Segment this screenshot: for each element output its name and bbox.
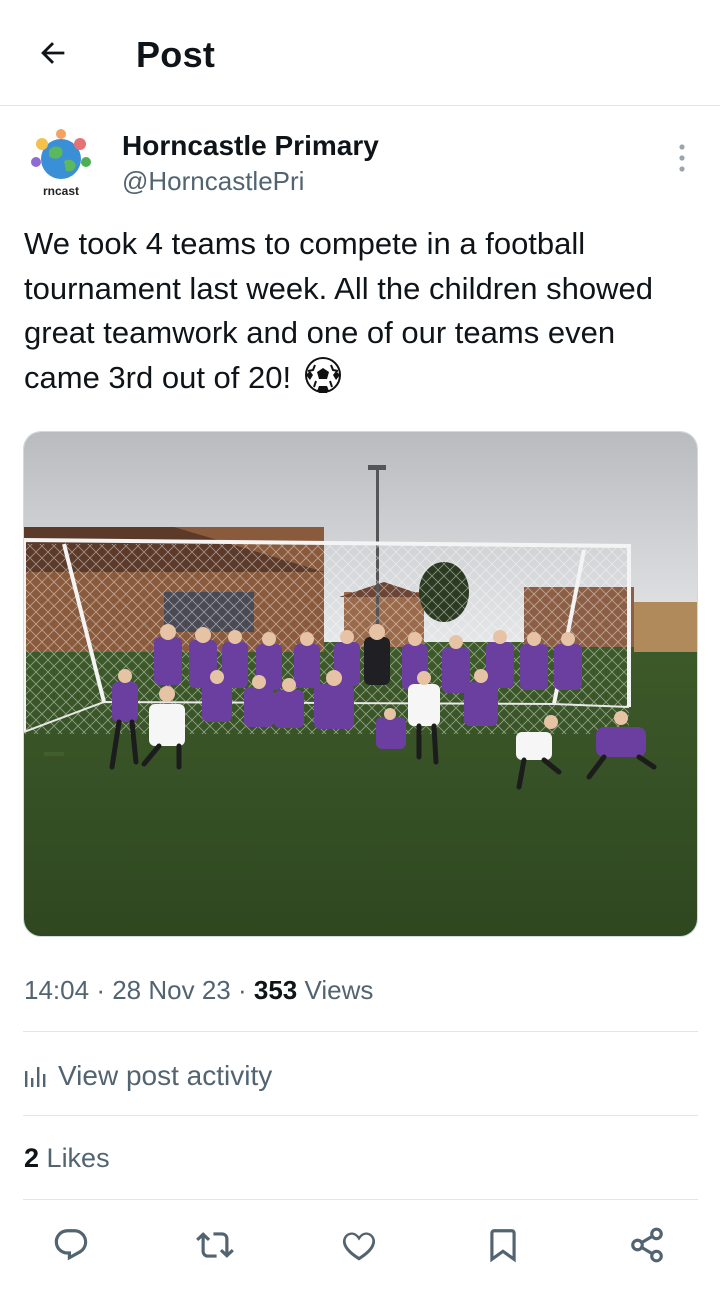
divider	[23, 1031, 698, 1032]
like-button[interactable]	[336, 1222, 382, 1268]
post-meta: 14:04 · 28 Nov 23 · 353 Views	[24, 975, 373, 1006]
post-time: 14:04	[24, 975, 90, 1005]
likes-number: 2	[24, 1143, 40, 1173]
avatar-text: rncast	[43, 184, 79, 198]
back-button[interactable]	[30, 30, 76, 76]
avatar[interactable]: rncast	[22, 126, 100, 204]
soccer-ball-icon	[304, 356, 342, 407]
divider	[23, 1115, 698, 1116]
arrow-left-icon	[41, 42, 65, 64]
more-vertical-icon	[679, 144, 685, 172]
likes-label: Likes	[46, 1143, 110, 1173]
post-photo[interactable]	[23, 431, 698, 937]
view-post-activity[interactable]: View post activity	[24, 1058, 272, 1094]
views-label: Views	[304, 975, 374, 1005]
likes-count[interactable]: 2 Likes	[24, 1143, 110, 1174]
post-text: We took 4 teams to compete in a football…	[24, 222, 694, 406]
repost-icon	[196, 1232, 234, 1258]
page-title: Post	[136, 34, 216, 75]
action-bar	[0, 1222, 720, 1268]
author-handle[interactable]: @HorncastlePri	[122, 166, 304, 197]
heart-icon	[342, 1232, 376, 1261]
meta-separator: ·	[96, 975, 105, 1005]
post-date: 28 Nov 23	[112, 975, 231, 1005]
share-button[interactable]	[624, 1222, 670, 1268]
divider	[23, 1199, 698, 1200]
share-icon	[631, 1227, 663, 1263]
bookmark-button[interactable]	[480, 1222, 526, 1268]
reply-button[interactable]	[48, 1222, 94, 1268]
views-count: 353	[253, 975, 298, 1005]
meta-separator: ·	[237, 975, 247, 1005]
bookmark-icon	[490, 1229, 516, 1263]
author-name[interactable]: Horncastle Primary	[122, 130, 379, 162]
more-options-button[interactable]	[664, 140, 700, 176]
activity-label: View post activity	[58, 1060, 273, 1091]
repost-button[interactable]	[192, 1222, 238, 1268]
bar-chart-icon	[25, 1067, 46, 1087]
top-bar: Post	[0, 0, 720, 106]
reply-icon	[54, 1229, 88, 1261]
